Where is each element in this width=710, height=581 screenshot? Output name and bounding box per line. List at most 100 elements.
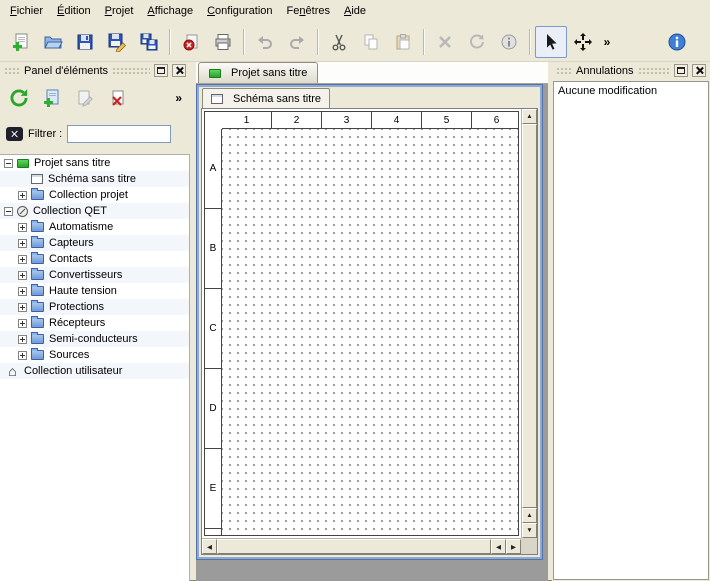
schema-tabbar: Schéma sans titre [199,87,540,108]
delete-element-button[interactable] [103,83,133,113]
tree-item-semi-conducteurs[interactable]: Semi-conducteurs [0,331,189,347]
elements-panel-title: Panel d'éléments [24,65,108,77]
schema-tab[interactable]: Schéma sans titre [202,88,330,108]
expand-icon[interactable] [18,271,27,280]
close-document-button[interactable] [175,26,207,58]
expand-icon[interactable] [18,255,27,264]
row-ruler: A B C D E [205,129,222,535]
column-header: 2 [272,112,322,128]
cut-button[interactable] [323,26,355,58]
new-element-button[interactable] [37,83,67,113]
tree-item-schema-sans-titre[interactable]: Schéma sans titre [0,171,189,187]
folder-icon [31,302,44,312]
collapse-icon[interactable] [4,159,13,168]
rotate-button[interactable] [461,26,493,58]
collapse-icon[interactable] [4,207,13,216]
mdi-workspace: Schéma sans titre 1 2 3 4 5 6 A [196,84,548,581]
expand-icon[interactable] [18,239,27,248]
scroll-up-button-2[interactable]: ▲ [522,508,537,523]
expand-icon[interactable] [18,351,27,360]
float-dock-button[interactable] [154,64,168,77]
menu-affichage[interactable]: Affichage [140,1,200,21]
tree-item-haute-tension[interactable]: Haute tension [0,283,189,299]
menu-aide[interactable]: Aide [337,1,373,21]
toolbar-separator [423,29,425,55]
horizontal-scrollbar[interactable]: ◀ ◀ ▶ [202,538,521,554]
tree-item-collection-utilisateur[interactable]: Collection utilisateur [0,363,189,379]
undo-empty-text: Aucune modification [558,85,657,97]
float-dock-button[interactable] [674,64,688,77]
copy-button[interactable] [355,26,387,58]
selection-arrow-icon [541,32,561,52]
scroll-right-button[interactable]: ▶ [506,539,521,554]
project-tab[interactable]: Projet sans titre [198,62,318,83]
undo-list[interactable]: Aucune modification [553,81,709,580]
tree-item-sources[interactable]: Sources [0,347,189,363]
close-dock-button[interactable] [692,64,706,77]
undo-button[interactable] [249,26,281,58]
close-dock-button[interactable] [172,64,186,77]
vertical-scroll-thumb[interactable] [522,124,537,508]
tree-item-convertisseurs[interactable]: Convertisseurs [0,267,189,283]
expand-icon[interactable] [18,303,27,312]
expand-icon[interactable] [18,335,27,344]
open-document-button[interactable] [37,26,69,58]
paste-button[interactable] [387,26,419,58]
vertical-scrollbar[interactable]: ▲ ▲ ▼ [521,109,537,538]
tree-item-recepteurs[interactable]: Récepteurs [0,315,189,331]
tree-item-capteurs[interactable]: Capteurs [0,235,189,251]
print-button[interactable] [207,26,239,58]
close-document-icon [181,32,201,52]
expand-icon[interactable] [18,223,27,232]
menu-edition[interactable]: Édition [50,1,98,21]
panel-overflow-button[interactable]: » [175,91,182,105]
delete-element-icon [108,88,128,108]
project-tab-label: Projet sans titre [231,67,307,79]
pan-mode-button[interactable] [567,26,599,58]
new-element-icon [42,88,62,108]
tree-item-projet-sans-titre[interactable]: Projet sans titre [0,155,189,171]
menu-projet[interactable]: Projet [98,1,141,21]
tree-item-collection-qet[interactable]: Collection QET [0,203,189,219]
tree-item-automatisme[interactable]: Automatisme [0,219,189,235]
move-icon [573,32,593,52]
menu-fenetres[interactable]: Fenêtres [280,1,337,21]
filter-input[interactable] [67,125,171,143]
about-qet-button[interactable] [661,26,693,58]
tree-item-collection-projet[interactable]: Collection projet [0,187,189,203]
scroll-left-button[interactable]: ◀ [202,539,217,554]
redo-button[interactable] [281,26,313,58]
tree-item-label: Schéma sans titre [48,173,136,185]
schema-canvas[interactable] [222,129,518,535]
new-document-button[interactable] [5,26,37,58]
menu-configuration[interactable]: Configuration [200,1,279,21]
selection-mode-button[interactable] [535,26,567,58]
save-button[interactable] [69,26,101,58]
menu-fichier[interactable]: Fichier [3,1,50,21]
row-header: B [205,209,221,289]
edit-element-button[interactable] [70,83,100,113]
save-as-button[interactable] [101,26,133,58]
clear-filter-button[interactable] [6,127,23,141]
conductor-info-button[interactable] [493,26,525,58]
scroll-down-button[interactable]: ▼ [522,523,537,538]
elements-panel-titlebar[interactable]: Panel d'éléments [0,62,190,79]
expand-icon[interactable] [18,319,27,328]
expand-icon[interactable] [18,191,27,200]
conductor-info-icon [499,32,519,52]
undo-panel-titlebar[interactable]: Annulations [552,62,710,79]
dock-grip [556,67,572,75]
delete-button[interactable] [429,26,461,58]
tree-item-contacts[interactable]: Contacts [0,251,189,267]
reload-collections-button[interactable] [4,83,34,113]
folder-icon [31,222,44,232]
horizontal-scroll-thumb[interactable] [217,539,491,554]
delete-icon [435,32,455,52]
scroll-up-button[interactable]: ▲ [522,109,537,124]
save-all-button[interactable] [133,26,165,58]
tree-item-protections[interactable]: Protections [0,299,189,315]
expand-icon[interactable] [18,287,27,296]
scroll-left-button-2[interactable]: ◀ [491,539,506,554]
schema-view: 1 2 3 4 5 6 A B C D E [201,108,538,555]
toolbar-overflow-button[interactable]: » [599,26,615,58]
